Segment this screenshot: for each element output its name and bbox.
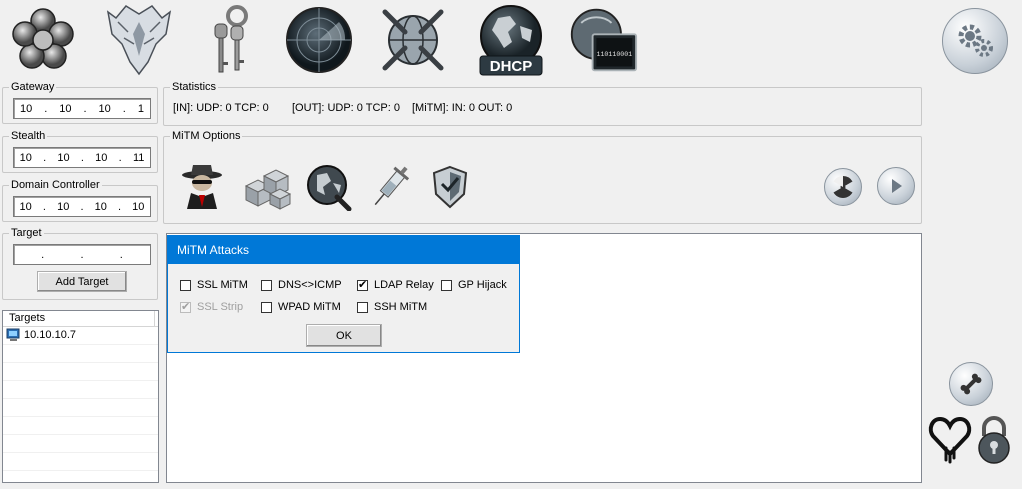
checkbox-box xyxy=(180,300,191,313)
stat-in: [IN]: UDP: 0 TCP: 0 xyxy=(173,102,269,114)
settings-button[interactable] xyxy=(942,8,1008,74)
domain-controller-title: Domain Controller xyxy=(9,178,102,192)
gp-hijack-checkbox[interactable]: GP Hijack xyxy=(441,279,507,291)
checkbox-box[interactable] xyxy=(261,279,272,291)
bone-icon xyxy=(960,373,982,395)
column-separator[interactable] xyxy=(154,311,155,326)
target-row[interactable] xyxy=(3,471,158,489)
gateway-ip-input[interactable]: 10. 10. 10. 1 xyxy=(13,98,151,119)
play-button[interactable] xyxy=(877,167,915,205)
mitm-options-group: MiTM Options xyxy=(163,129,922,224)
checkbox-box[interactable] xyxy=(357,301,368,313)
eagle-icon xyxy=(106,5,172,76)
globe-search-button[interactable] xyxy=(304,162,354,212)
network-globe-icon xyxy=(382,9,444,71)
target-row[interactable] xyxy=(3,435,158,453)
ssh-mitm-checkbox[interactable]: SSH MiTM xyxy=(357,301,427,313)
statistics-title: Statistics xyxy=(170,80,219,94)
stat-mitm: [MiTM]: IN: 0 OUT: 0 xyxy=(412,102,513,114)
radar-icon xyxy=(286,7,352,73)
target-group: Target . . . Add Target xyxy=(2,226,158,300)
wpad-mitm-checkbox[interactable]: WPAD MiTM xyxy=(261,301,341,313)
ssl-strip-checkbox: SSL Strip xyxy=(180,300,243,313)
target-row[interactable] xyxy=(3,399,158,417)
radiation-button[interactable] xyxy=(824,168,862,206)
cubes-icon xyxy=(244,169,292,210)
targets-list[interactable]: Targets 10.10.10.7 xyxy=(2,310,159,489)
bone-button[interactable] xyxy=(949,362,993,406)
ssl-mitm-checkbox[interactable]: SSL MiTM xyxy=(180,279,248,291)
target-row[interactable] xyxy=(3,381,158,399)
mitm-attacks-dialog: MiTM Attacks SSL MiTM DNS<>ICMP LDAP Rel… xyxy=(167,235,520,353)
keys-icon xyxy=(214,5,248,73)
globe-search-icon xyxy=(307,165,352,211)
padlock-button[interactable] xyxy=(976,416,1012,464)
binary-text: 110110001 xyxy=(596,50,632,58)
stealth-group: Stealth 10. 10. 10. 11 xyxy=(2,129,158,173)
shield-icon xyxy=(432,165,468,209)
checkbox-box[interactable] xyxy=(180,279,191,291)
checkbox-box[interactable] xyxy=(357,278,368,291)
statistics-group: Statistics [IN]: UDP: 0 TCP: 0 [OUT]: UD… xyxy=(163,80,922,126)
binary-monitor-tool-button[interactable]: 110110001 xyxy=(568,4,638,76)
keys-tool-button[interactable] xyxy=(196,4,266,76)
spy-button[interactable] xyxy=(177,162,227,212)
cubes-button[interactable] xyxy=(242,162,292,212)
flower-tool-button[interactable] xyxy=(8,4,78,76)
checkbox-box[interactable] xyxy=(441,279,452,291)
domain-controller-group: Domain Controller 10. 10. 10. 10 xyxy=(2,178,158,222)
ldap-relay-checkbox[interactable]: LDAP Relay xyxy=(357,278,434,291)
shield-button[interactable] xyxy=(425,162,475,212)
play-icon xyxy=(892,179,902,193)
checkbox-box[interactable] xyxy=(261,301,272,313)
dns-icmp-checkbox[interactable]: DNS<>ICMP xyxy=(261,279,342,291)
stealth-title: Stealth xyxy=(9,129,48,143)
flower-icon xyxy=(12,8,74,69)
gateway-group: Gateway 10. 10. 10. 1 xyxy=(2,80,158,124)
eagle-tool-button[interactable] xyxy=(104,4,174,76)
target-row[interactable]: 10.10.10.7 xyxy=(3,327,158,345)
target-row[interactable] xyxy=(3,345,158,363)
heartbleed-button[interactable] xyxy=(928,414,972,464)
mitm-options-title: MiTM Options xyxy=(170,129,243,143)
dialog-title: MiTM Attacks xyxy=(177,243,250,257)
dialog-title-bar[interactable]: MiTM Attacks xyxy=(168,236,519,264)
padlock-icon xyxy=(978,416,1010,464)
spy-icon xyxy=(182,165,222,209)
computer-icon xyxy=(6,328,20,341)
ok-button[interactable]: OK xyxy=(306,324,382,347)
dhcp-tool-button[interactable]: DHCP xyxy=(476,4,546,76)
target-ip-input[interactable]: . . . xyxy=(13,244,151,265)
syringe-icon xyxy=(374,166,410,206)
dhcp-label: DHCP xyxy=(490,58,533,75)
syringe-button[interactable] xyxy=(365,162,415,212)
gear-icon xyxy=(958,24,993,57)
target-row[interactable] xyxy=(3,417,158,435)
target-row[interactable] xyxy=(3,453,158,471)
gateway-title: Gateway xyxy=(9,80,57,94)
radar-tool-button[interactable] xyxy=(284,4,354,76)
radiation-icon xyxy=(833,176,853,198)
targets-header[interactable]: Targets xyxy=(3,311,158,327)
stat-out: [OUT]: UDP: 0 TCP: 0 xyxy=(292,102,400,114)
domain-controller-ip-input[interactable]: 10. 10. 10. 10 xyxy=(13,196,151,217)
heartbleed-icon xyxy=(928,416,972,464)
stealth-ip-input[interactable]: 10. 10. 10. 11 xyxy=(13,147,151,168)
network-globe-tool-button[interactable] xyxy=(378,4,448,76)
dhcp-globe-icon: DHCP xyxy=(479,5,543,76)
target-title: Target xyxy=(9,226,44,240)
target-row[interactable] xyxy=(3,363,158,381)
add-target-button[interactable]: Add Target xyxy=(37,271,127,292)
binary-monitor-icon: 110110001 xyxy=(570,8,638,72)
